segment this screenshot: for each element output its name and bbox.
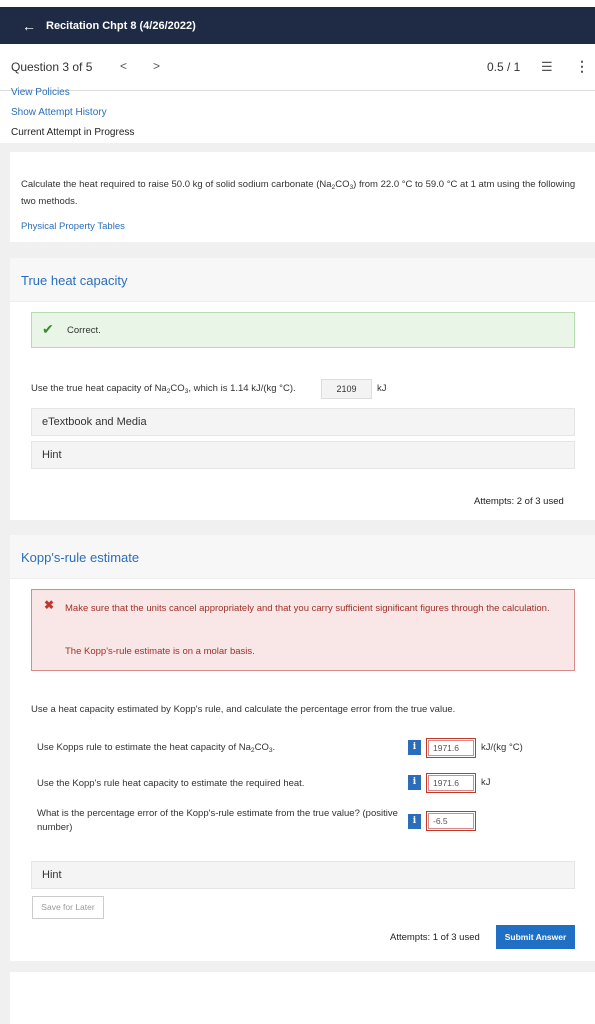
heat-capacity-unit: kJ/(kg °C) (481, 742, 523, 753)
hint-label: Hint (42, 449, 62, 461)
question-label: Question 3 of 5 (11, 60, 93, 74)
kopps-heat-question: Use the Kopp's rule heat capacity to est… (37, 778, 305, 789)
hint-label: Hint (42, 869, 62, 881)
attempts-counter: Attempts: 2 of 3 used (474, 496, 564, 507)
part-true-heat-capacity: True heat capacity ✔ Correct. Use the tr… (10, 258, 595, 520)
correct-feedback: ✔ Correct. (31, 312, 575, 348)
current-attempt-label: Current Attempt in Progress (11, 127, 135, 138)
view-policies-link[interactable]: View Policies (11, 87, 70, 98)
part-kopps-rule: Kopp's-rule estimate ✖ Make sure that th… (10, 535, 595, 961)
info-icon[interactable]: i (408, 740, 421, 755)
kopps-heat-capacity-question: Use Kopps rule to estimate the heat capa… (37, 742, 276, 754)
save-for-later-button[interactable]: Save for Later (32, 896, 104, 919)
prev-question-button[interactable]: < (120, 59, 127, 73)
info-icon[interactable]: i (408, 814, 421, 829)
kopps-heat-capacity-input[interactable]: 1971.6 (426, 738, 476, 758)
problem-statement: Calculate the heat required to raise 50.… (21, 179, 576, 207)
part-title: Kopp's-rule estimate (21, 550, 140, 565)
attempt-links: View Policies Show Attempt History Curre… (0, 87, 595, 143)
physical-property-tables-link[interactable]: Physical Property Tables (21, 221, 125, 232)
attempts-counter: Attempts: 1 of 3 used (390, 932, 480, 943)
checkmark-icon: ✔ (42, 321, 54, 337)
error-feedback: ✖ Make sure that the units cancel approp… (31, 589, 575, 671)
kopps-intro: Use a heat capacity estimated by Kopp's … (31, 704, 456, 715)
etextbook-label: eTextbook and Media (42, 416, 147, 428)
list-icon[interactable]: ☰ (541, 59, 553, 75)
heat-unit: kJ (481, 777, 491, 788)
kebab-menu-icon[interactable]: ⋮ (575, 58, 589, 75)
hint-accordion[interactable]: Hint (31, 861, 575, 889)
error-message: Make sure that the units cancel appropri… (65, 603, 550, 614)
percent-error-question: What is the percentage error of the Kopp… (37, 808, 398, 833)
top-strip (0, 0, 595, 7)
submit-answer-button[interactable]: Submit Answer (496, 925, 575, 949)
question-nav-bar: Question 3 of 5 < > 0.5 / 1 ☰ ⋮ (0, 44, 595, 91)
show-attempt-history-link[interactable]: Show Attempt History (11, 107, 107, 118)
question-score: 0.5 / 1 (487, 60, 521, 74)
error-note: The Kopp's-rule estimate is on a molar b… (65, 646, 255, 657)
part-header[interactable]: Kopp's-rule estimate (10, 535, 595, 579)
etextbook-accordion[interactable]: eTextbook and Media (31, 408, 575, 436)
part-title: True heat capacity (21, 273, 128, 288)
problem-card: Calculate the heat required to raise 50.… (10, 152, 595, 242)
next-question-button[interactable]: > (153, 59, 160, 73)
true-heat-question: Use the true heat capacity of Na2CO3, wh… (31, 383, 296, 395)
feedback-text: Correct. (67, 325, 101, 336)
error-x-icon: ✖ (44, 598, 55, 612)
assignment-title: Recitation Chpt 8 (4/26/2022) (46, 19, 196, 32)
info-icon[interactable]: i (408, 775, 421, 790)
assignment-header: ← Recitation Chpt 8 (4/26/2022) (0, 7, 595, 44)
part-header[interactable]: True heat capacity (10, 258, 595, 302)
bottom-card (10, 972, 595, 1024)
hint-accordion[interactable]: Hint (31, 441, 575, 469)
true-heat-unit: kJ (377, 383, 387, 394)
kopps-heat-input[interactable]: 1971.6 (426, 773, 476, 793)
true-heat-answer: 2109 (321, 379, 372, 399)
percent-error-input[interactable]: -6.5 (426, 811, 476, 831)
arrow-left-icon[interactable]: ← (22, 19, 36, 33)
